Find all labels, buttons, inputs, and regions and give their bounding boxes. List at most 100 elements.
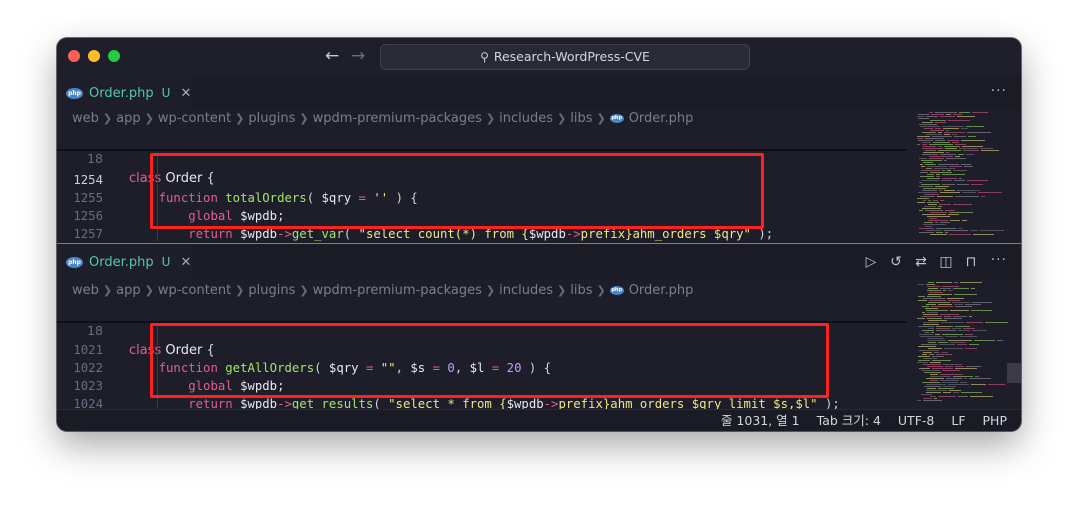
minimap-mark bbox=[924, 222, 933, 223]
minimap-mark bbox=[955, 366, 964, 367]
breadcrumb-item[interactable]: libs bbox=[570, 283, 592, 298]
minimap-mark bbox=[922, 330, 934, 331]
minimap-mark bbox=[922, 306, 929, 307]
status-eol[interactable]: LF bbox=[951, 410, 965, 431]
minimap-mark bbox=[927, 312, 938, 313]
breadcrumb-item[interactable]: wpdm-premium-packages bbox=[313, 111, 482, 126]
back-arrow-icon[interactable]: ← bbox=[325, 45, 339, 67]
breadcrumb-item[interactable]: plugins bbox=[248, 283, 295, 298]
sticky-scroll-line[interactable]: 18 class Order { bbox=[57, 301, 907, 358]
minimap-mark bbox=[945, 210, 955, 211]
minimap-mark bbox=[934, 168, 955, 169]
breadcrumb-item[interactable]: includes bbox=[499, 111, 553, 126]
breadcrumb-item[interactable]: wpdm-premium-packages bbox=[313, 283, 482, 298]
compare-icon[interactable]: ⇄ bbox=[913, 254, 929, 270]
minimap-mark bbox=[918, 360, 930, 361]
minimap-mark bbox=[948, 384, 969, 385]
close-window-button[interactable] bbox=[68, 50, 80, 62]
minimap-mark bbox=[953, 114, 962, 115]
minimap-mark bbox=[945, 148, 957, 149]
minimap-mark bbox=[924, 194, 939, 195]
php-file-icon: php bbox=[609, 114, 624, 123]
breadcrumb-item[interactable]: plugins bbox=[248, 111, 295, 126]
minimize-window-button[interactable] bbox=[88, 50, 100, 62]
minimap-mark bbox=[958, 228, 962, 229]
minimap-bottom[interactable] bbox=[915, 280, 1021, 409]
scrollbar-thumb[interactable] bbox=[1007, 363, 1021, 383]
breadcrumb-item[interactable]: web bbox=[72, 111, 99, 126]
tab-order-php-top[interactable]: php Order.php U ✕ bbox=[57, 76, 193, 110]
minimap-mark bbox=[959, 148, 978, 149]
sticky-scroll-line[interactable]: 18 class Order { bbox=[57, 129, 907, 186]
minimap-mark bbox=[938, 206, 942, 207]
more-actions-icon[interactable]: ··· bbox=[991, 83, 1007, 99]
status-language[interactable]: PHP bbox=[983, 410, 1007, 431]
minimap-mark bbox=[952, 328, 961, 329]
highlight-box-bottom bbox=[150, 323, 829, 398]
minimap-mark bbox=[971, 384, 986, 385]
minimap-mark bbox=[958, 154, 964, 155]
minimap-mark bbox=[923, 398, 932, 399]
minimap-mark bbox=[922, 144, 927, 145]
breadcrumb-item[interactable]: app bbox=[116, 111, 140, 126]
minimap-mark bbox=[953, 316, 967, 317]
minimap-mark bbox=[964, 378, 967, 379]
zoom-window-button[interactable] bbox=[108, 50, 120, 62]
minimap-mark bbox=[918, 326, 934, 327]
breadcrumb-item[interactable]: Order.php bbox=[629, 283, 694, 298]
minimap-mark bbox=[954, 136, 966, 137]
breadcrumb-item[interactable]: includes bbox=[499, 283, 553, 298]
history-icon[interactable]: ↺ bbox=[888, 254, 904, 270]
chevron-right-icon: ❯ bbox=[299, 112, 309, 125]
tab-order-php-bottom[interactable]: php Order.php U ✕ bbox=[57, 245, 193, 279]
breadcrumb-item[interactable]: wp-content bbox=[158, 283, 231, 298]
minimap-top[interactable] bbox=[915, 110, 1021, 242]
minimap-mark bbox=[953, 204, 972, 205]
minimap-mark bbox=[966, 126, 984, 127]
minimap-mark bbox=[917, 144, 920, 145]
breadcrumb-item[interactable]: web bbox=[72, 283, 99, 298]
minimap-mark bbox=[943, 364, 962, 365]
breadcrumb-item[interactable]: wp-content bbox=[158, 111, 231, 126]
minimap-mark bbox=[957, 116, 975, 117]
minimap-mark bbox=[920, 164, 923, 165]
minimap-mark bbox=[926, 384, 946, 385]
minimap-mark bbox=[963, 150, 979, 151]
minimap-mark bbox=[965, 334, 973, 335]
minimap-mark bbox=[947, 140, 959, 141]
split-editor-icon[interactable]: ◫ bbox=[938, 254, 954, 270]
status-bar: 줄 1031, 열 1 Tab 크기: 4 UTF-8 LF PHP bbox=[57, 409, 1021, 431]
minimap-mark bbox=[931, 114, 944, 115]
command-center-search[interactable]: ⚲ Research-WordPress-CVE bbox=[380, 44, 750, 70]
minimap-mark bbox=[917, 116, 924, 117]
split-divider[interactable] bbox=[57, 243, 1021, 244]
breadcrumb-item[interactable]: libs bbox=[570, 111, 592, 126]
minimap-mark bbox=[955, 144, 966, 145]
breadcrumb-item[interactable]: app bbox=[116, 283, 140, 298]
close-icon[interactable]: ✕ bbox=[180, 86, 191, 101]
minimap-mark bbox=[955, 306, 972, 307]
close-icon[interactable]: ✕ bbox=[180, 255, 191, 270]
chevron-right-icon: ❯ bbox=[235, 284, 245, 297]
forward-arrow-icon[interactable]: → bbox=[351, 45, 365, 67]
minimap-mark bbox=[988, 384, 1005, 385]
minimap-mark bbox=[927, 290, 941, 291]
minimap-mark bbox=[971, 310, 992, 311]
more-actions-icon[interactable]: ··· bbox=[991, 252, 1007, 268]
minimap-mark bbox=[943, 128, 959, 129]
minimap-mark bbox=[954, 180, 965, 181]
minimap-mark bbox=[923, 352, 932, 353]
minimap-mark bbox=[926, 390, 947, 391]
play-icon[interactable]: ▷ bbox=[863, 254, 879, 270]
minimap-mark bbox=[927, 366, 943, 367]
unlock-icon[interactable]: ⊓ bbox=[963, 254, 979, 270]
status-cursor-position[interactable]: 줄 1031, 열 1 bbox=[721, 410, 800, 431]
php-file-icon: php bbox=[609, 286, 624, 295]
minimap-mark bbox=[919, 182, 922, 183]
minimap-mark bbox=[927, 296, 941, 297]
chevron-right-icon: ❯ bbox=[299, 284, 309, 297]
status-encoding[interactable]: UTF-8 bbox=[898, 410, 934, 431]
minimap-mark bbox=[936, 176, 940, 177]
breadcrumb-item[interactable]: Order.php bbox=[629, 111, 694, 126]
status-tab-size[interactable]: Tab 크기: 4 bbox=[817, 410, 881, 431]
